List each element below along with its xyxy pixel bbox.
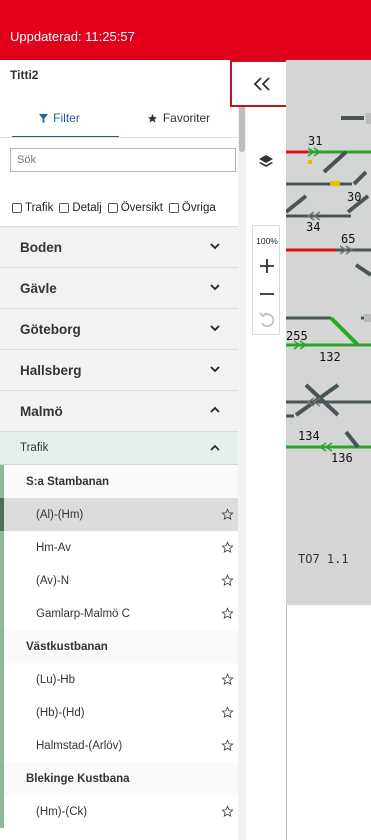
side-panel: Titti2 Filter Favoriter Trafik	[0, 60, 238, 840]
chevron-down-icon	[210, 366, 220, 373]
app-window: Uppdaterad: 11:25:57 Titti2 Filter Favor…	[0, 0, 371, 840]
track-label: 30	[347, 190, 361, 204]
double-chevron-left-icon	[253, 76, 270, 91]
item-label: (Al)-(Hm)	[36, 508, 84, 521]
list-item[interactable]: Halmstad-(Arlöv)	[0, 729, 238, 762]
header-bar: Uppdaterad: 11:25:57	[0, 0, 371, 60]
search-input[interactable]	[10, 148, 236, 172]
checkbox-label: Övriga	[181, 202, 216, 214]
section-blekinge-kustbana: Blekinge Kustbana	[0, 762, 238, 795]
track-label: 134	[298, 429, 320, 443]
item-label: (Av)-N	[36, 574, 70, 587]
star-outline-icon[interactable]	[221, 508, 234, 521]
user-name: Titti2	[10, 68, 39, 82]
plus-icon[interactable]	[257, 256, 277, 276]
track-label: 136	[331, 451, 353, 465]
layers-button[interactable]	[256, 152, 276, 172]
chevron-up-icon	[210, 444, 220, 451]
section-vastkustbanan: Västkustbanan	[0, 630, 238, 663]
undo-icon[interactable]	[257, 310, 277, 330]
item-label: (Lu)-Hb	[36, 673, 75, 686]
group-label: Hallsberg	[20, 362, 82, 378]
star-outline-icon[interactable]	[221, 739, 234, 752]
item-label: Hm-Av	[36, 541, 71, 554]
map-footer-label: TO7 1.1	[298, 552, 349, 566]
track-label: 255	[286, 329, 308, 343]
star-outline-icon[interactable]	[221, 706, 234, 719]
group-malmo[interactable]: Malmö	[0, 391, 238, 432]
checkbox-box[interactable]	[59, 203, 70, 213]
chevron-down-icon	[210, 284, 220, 291]
list-item[interactable]: (Hb)-(Hd)	[0, 696, 238, 729]
map-empty-area	[286, 605, 371, 840]
area-list: Boden Gävle Göteborg Hallsberg Malmö Tra…	[0, 226, 238, 828]
minus-icon[interactable]	[257, 284, 277, 304]
map-toolbar: 100%	[230, 60, 293, 840]
tab-favoriter-label: Favoriter	[162, 111, 211, 125]
group-boden[interactable]: Boden	[0, 227, 238, 268]
panel-tabs: Filter Favoriter	[0, 98, 238, 138]
tab-filter-label: Filter	[53, 111, 80, 125]
item-label: Halmstad-(Arlöv)	[36, 739, 123, 752]
chevron-down-icon	[210, 325, 220, 332]
list-item[interactable]: (Hm)-(Ck)	[0, 795, 238, 828]
chevron-down-icon	[210, 243, 220, 250]
group-label: Göteborg	[20, 321, 81, 337]
subgroup-label: Trafik	[20, 442, 49, 454]
checkbox-ovriga[interactable]: Övriga	[168, 202, 216, 214]
filter-checkboxes: Trafik Detalj Översikt Övriga	[12, 202, 216, 214]
checkbox-box[interactable]	[168, 203, 179, 213]
item-label: Gamlarp-Malmö C	[36, 607, 130, 620]
group-label: Malmö	[20, 403, 63, 419]
tab-filter[interactable]: Filter	[0, 98, 119, 138]
layers-icon	[259, 155, 273, 167]
tab-divider	[0, 137, 238, 138]
list-item[interactable]: Hm-Av	[0, 531, 238, 564]
checkbox-label: Detalj	[72, 202, 102, 214]
filter-icon	[39, 113, 49, 123]
group-label: Gävle	[20, 280, 57, 296]
track-label: 31	[308, 134, 322, 148]
collapse-panel-button[interactable]	[230, 60, 293, 107]
chevron-up-icon	[210, 406, 220, 413]
panel-scrollbar[interactable]	[238, 60, 246, 840]
star-outline-icon[interactable]	[221, 607, 234, 620]
updated-time: Uppdaterad: 11:25:57	[10, 29, 135, 44]
track-label: 65	[341, 232, 355, 246]
map-divider	[286, 605, 287, 840]
checkbox-box[interactable]	[12, 203, 22, 213]
star-outline-icon[interactable]	[221, 805, 234, 818]
tab-favoriter[interactable]: Favoriter	[119, 98, 238, 138]
group-hallsberg[interactable]: Hallsberg	[0, 350, 238, 391]
star-outline-icon[interactable]	[221, 673, 234, 686]
section-sa-stambanan: S:a Stambanan	[0, 465, 238, 498]
item-label: (Hb)-(Hd)	[36, 706, 85, 719]
group-goteborg[interactable]: Göteborg	[0, 309, 238, 350]
group-gavle[interactable]: Gävle	[0, 268, 238, 309]
list-item[interactable]: (Av)-N	[0, 564, 238, 597]
track-label: 132	[319, 350, 341, 364]
track-diagram: 31 30 34 65 255 132 134 136 TO7 1.1	[286, 113, 371, 566]
checkbox-box[interactable]	[107, 203, 118, 213]
group-label: Boden	[20, 239, 62, 255]
checkbox-detalj[interactable]: Detalj	[59, 202, 102, 214]
subgroup-trafik[interactable]: Trafik	[0, 432, 238, 465]
checkbox-label: Översikt	[120, 202, 163, 214]
checkbox-oversikt[interactable]: Översikt	[107, 202, 163, 214]
track-label: 34	[306, 220, 320, 234]
list-item[interactable]: (Al)-(Hm)	[0, 498, 238, 531]
star-icon	[147, 113, 157, 123]
item-label: (Hm)-(Ck)	[36, 805, 88, 818]
list-item[interactable]: Gamlarp-Malmö C	[0, 597, 238, 630]
track-map[interactable]: 31 30 34 65 255 132 134 136 TO7 1.1	[286, 60, 371, 605]
zoom-controls: 100%	[252, 225, 280, 335]
star-outline-icon[interactable]	[221, 541, 234, 554]
checkbox-trafik[interactable]: Trafik	[12, 202, 53, 214]
zoom-level: 100%	[256, 236, 278, 246]
list-item[interactable]: (Lu)-Hb	[0, 663, 238, 696]
star-outline-icon[interactable]	[221, 574, 234, 587]
checkbox-label: Trafik	[25, 202, 54, 214]
